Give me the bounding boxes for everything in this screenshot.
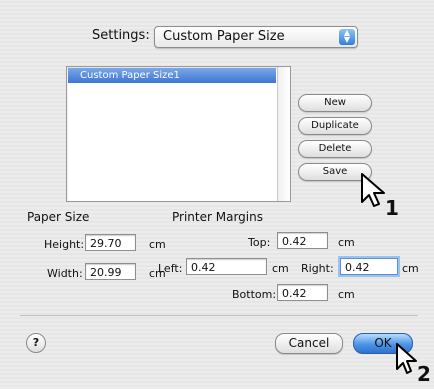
pointer-cursor-icon: [396, 343, 417, 374]
popup-arrows-icon: ▲ ▼: [339, 29, 355, 45]
paper-size-heading: Paper Size: [27, 210, 90, 224]
height-unit: cm: [149, 238, 166, 251]
list-item-selected[interactable]: Custom Paper Size1: [68, 68, 276, 83]
settings-popup[interactable]: Custom Paper Size ▲ ▼: [154, 26, 358, 48]
step-1-callout: 1: [385, 196, 399, 220]
left-margin-field[interactable]: 0.42: [186, 258, 267, 275]
top-unit: cm: [338, 236, 355, 249]
width-field[interactable]: 20.99: [85, 263, 136, 280]
right-margin-field[interactable]: 0.42: [340, 258, 398, 275]
paper-size-list[interactable]: Custom Paper Size1: [66, 66, 291, 202]
bottom-margin-field[interactable]: 0.42: [277, 284, 328, 301]
help-icon[interactable]: ?: [26, 333, 46, 353]
list-scrollbar[interactable]: [277, 67, 290, 201]
pointer-cursor-icon: [361, 173, 385, 207]
cancel-button[interactable]: Cancel: [275, 333, 343, 354]
top-margin-field[interactable]: 0.42: [277, 232, 328, 249]
right-unit: cm: [402, 262, 419, 275]
left-unit: cm: [272, 262, 289, 275]
delete-button[interactable]: Delete: [298, 140, 372, 158]
step-2-callout: 2: [417, 362, 431, 386]
custom-paper-size-dialog: Settings: Custom Paper Size ▲ ▼ Custom Pa…: [0, 0, 434, 389]
left-label: Left:: [158, 262, 183, 275]
height-field[interactable]: 29.70: [85, 234, 136, 251]
bottom-unit: cm: [338, 288, 355, 301]
settings-popup-value: Custom Paper Size: [163, 29, 285, 44]
top-label: Top:: [248, 236, 271, 249]
width-label: Width:: [47, 267, 83, 280]
settings-label: Settings:: [92, 28, 150, 43]
new-button[interactable]: New: [298, 94, 372, 112]
right-label: Right:: [301, 262, 334, 275]
bottom-label: Bottom:: [232, 288, 277, 301]
footer-divider: [20, 315, 418, 316]
height-label: Height:: [44, 238, 85, 251]
printer-margins-heading: Printer Margins: [172, 210, 263, 224]
duplicate-button[interactable]: Duplicate: [298, 117, 372, 135]
